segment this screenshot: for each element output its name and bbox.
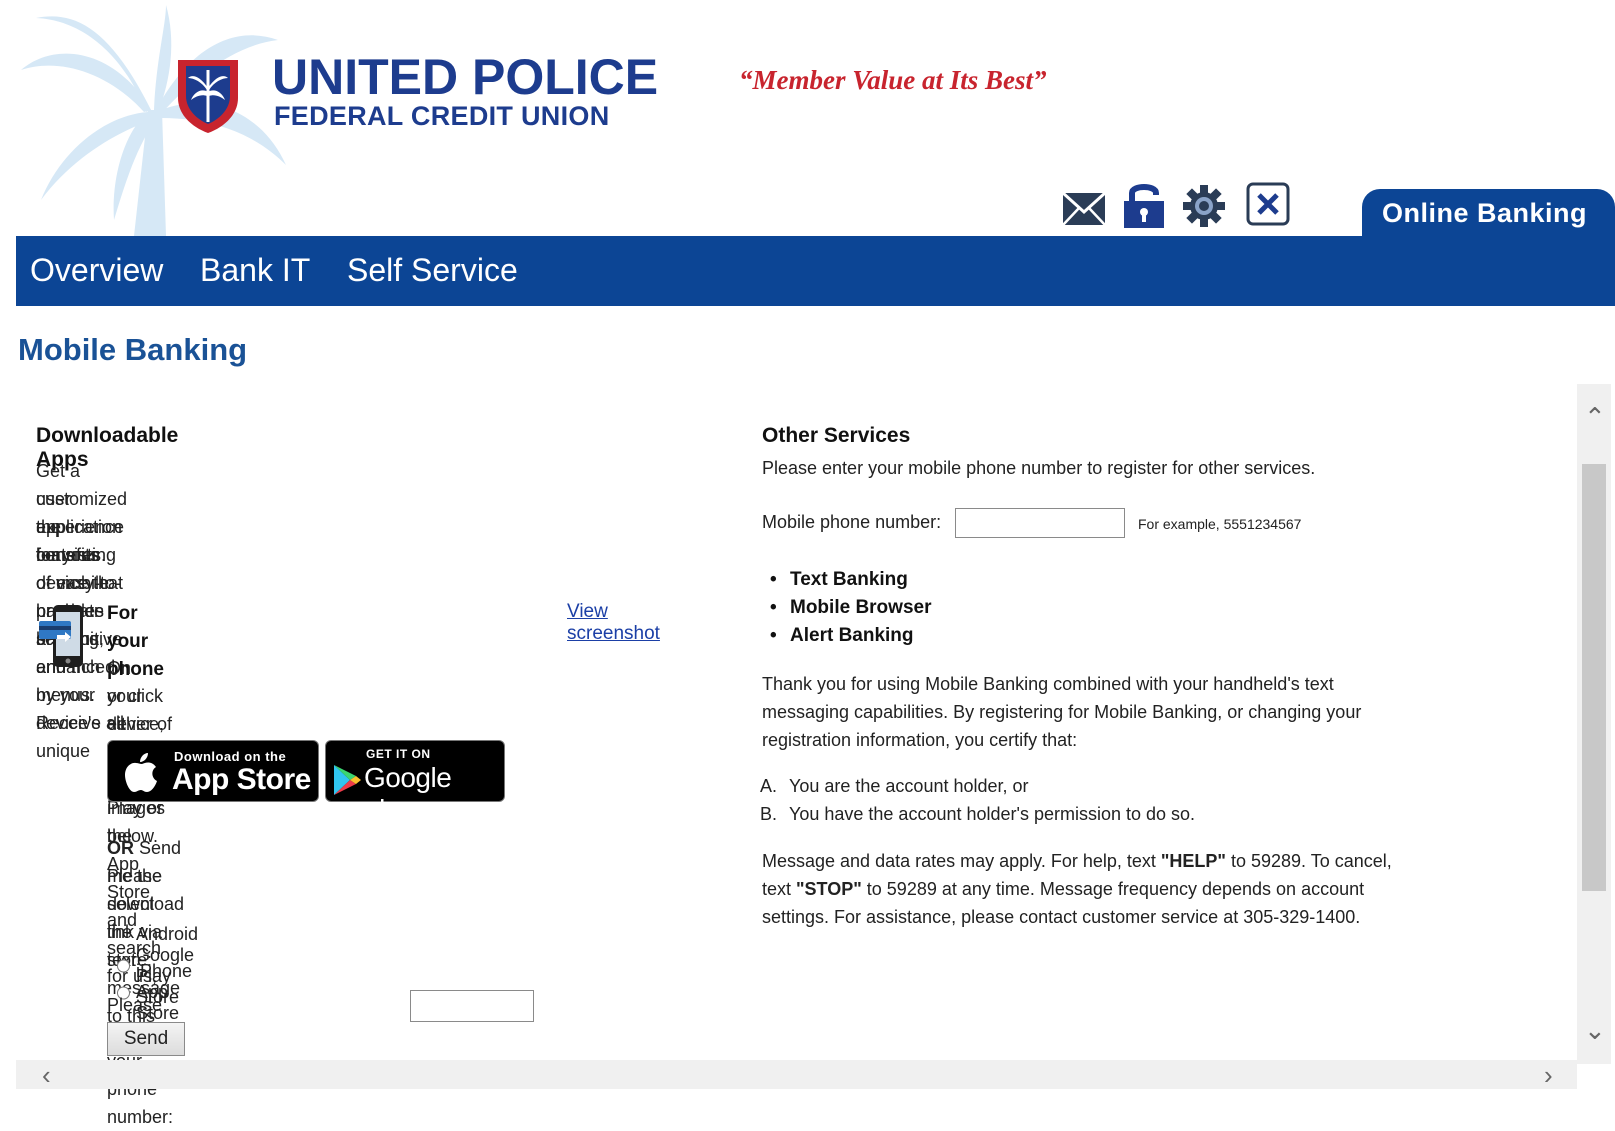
rates-text: Message and data rates may apply. For he… bbox=[762, 851, 1161, 871]
mail-icon[interactable] bbox=[1062, 192, 1106, 226]
services-list: Text Banking Mobile Browser Alert Bankin… bbox=[770, 566, 931, 650]
page-title: Mobile Banking bbox=[18, 332, 248, 367]
tab-online-banking[interactable]: Online Banking bbox=[1362, 189, 1615, 237]
google-play-small-text: GET IT ON bbox=[366, 747, 431, 761]
rates-line: Message and data rates may apply. For he… bbox=[762, 847, 1392, 875]
mobile-phone-icon bbox=[39, 605, 83, 667]
rates-line: text "STOP" to 59289 at any time. Messag… bbox=[762, 875, 1364, 903]
other-services-heading: Other Services bbox=[762, 424, 911, 447]
close-icon[interactable] bbox=[1246, 182, 1290, 226]
apps-intro-line: features. bbox=[36, 545, 107, 565]
certify-text: You have the account holder's permission… bbox=[789, 804, 1196, 824]
vertical-scrollbar[interactable]: ⌃ ⌄ bbox=[1577, 384, 1611, 1064]
horizontal-scrollbar[interactable]: ‹ › bbox=[16, 1060, 1577, 1089]
phone-example-text: For example, 5551234567 bbox=[1138, 516, 1302, 532]
view-screenshot-link[interactable]: View screenshot bbox=[567, 601, 660, 645]
or-bold: OR bbox=[107, 838, 134, 858]
send-button[interactable]: Send bbox=[107, 1022, 185, 1056]
list-item: Text Banking bbox=[770, 566, 931, 594]
list-item: Mobile Browser bbox=[770, 594, 931, 622]
scroll-left-arrow-icon[interactable]: ‹ bbox=[42, 1062, 51, 1088]
main-nav: Overview Bank IT Self Service bbox=[16, 236, 1615, 306]
list-item: B. You have the account holder's permissi… bbox=[760, 800, 1195, 828]
thanks-line: messaging capabilities. By registering f… bbox=[762, 702, 1362, 722]
vertical-scroll-thumb[interactable] bbox=[1582, 464, 1606, 891]
list-item: Alert Banking bbox=[770, 622, 931, 650]
scroll-up-arrow-icon[interactable]: ⌃ bbox=[1584, 404, 1606, 430]
scroll-right-arrow-icon[interactable]: › bbox=[1544, 1062, 1553, 1088]
certify-list: A. You are the account holder, or B. You h… bbox=[760, 772, 1195, 828]
list-item: A. You are the account holder, or bbox=[760, 772, 1195, 800]
certify-mark: A. bbox=[760, 776, 778, 796]
ucu-shield-logo bbox=[178, 60, 238, 133]
stop-keyword: "STOP" bbox=[796, 879, 862, 899]
palm-tree-graphic bbox=[21, 5, 286, 236]
rates-text: to 59289. To cancel, bbox=[1225, 851, 1392, 871]
rates-text: to 59289 at any time. Message frequency … bbox=[861, 879, 1365, 899]
certify-text: You are the account holder, or bbox=[789, 776, 1029, 796]
certify-mark: B. bbox=[760, 804, 778, 824]
rates-line: settings. For assistance, please contact… bbox=[762, 907, 1361, 927]
nav-item-self-service[interactable]: Self Service bbox=[347, 250, 518, 290]
nav-item-overview[interactable]: Overview bbox=[30, 250, 163, 290]
mobile-phone-input[interactable] bbox=[955, 508, 1125, 538]
google-play-icon bbox=[334, 765, 361, 795]
brand-subtitle: FEDERAL CREDIT UNION bbox=[274, 101, 610, 131]
brand-name: UNITED POLICE bbox=[272, 49, 659, 105]
lock-icon[interactable] bbox=[1122, 181, 1166, 229]
app-store-small-text: Download on the bbox=[174, 749, 287, 764]
help-keyword: "HELP" bbox=[1160, 851, 1226, 871]
scroll-down-arrow-icon[interactable]: ⌄ bbox=[1584, 1017, 1606, 1043]
thanks-line: Thank you for using Mobile Banking combi… bbox=[762, 674, 1334, 694]
nav-item-bank-it[interactable]: Bank IT bbox=[200, 250, 310, 290]
gear-icon[interactable] bbox=[1182, 184, 1226, 228]
app-store-badge[interactable]: Download on the App Store bbox=[107, 740, 319, 802]
other-services-intro: Please enter your mobile phone number to… bbox=[762, 458, 1316, 478]
tagline: “Member Value at Its Best” bbox=[739, 65, 1047, 95]
app-store-big-text: App Store bbox=[172, 763, 311, 796]
thanks-line: registration information, you certify th… bbox=[762, 730, 1078, 750]
apple-icon bbox=[125, 753, 157, 792]
google-play-big-text: Google play bbox=[364, 762, 452, 825]
mobile-phone-label: Mobile phone number: bbox=[762, 512, 942, 532]
rates-text: text bbox=[762, 879, 797, 899]
google-play-badge[interactable]: GET IT ON Google play bbox=[325, 740, 505, 825]
download-phone-input[interactable] bbox=[410, 990, 534, 1022]
